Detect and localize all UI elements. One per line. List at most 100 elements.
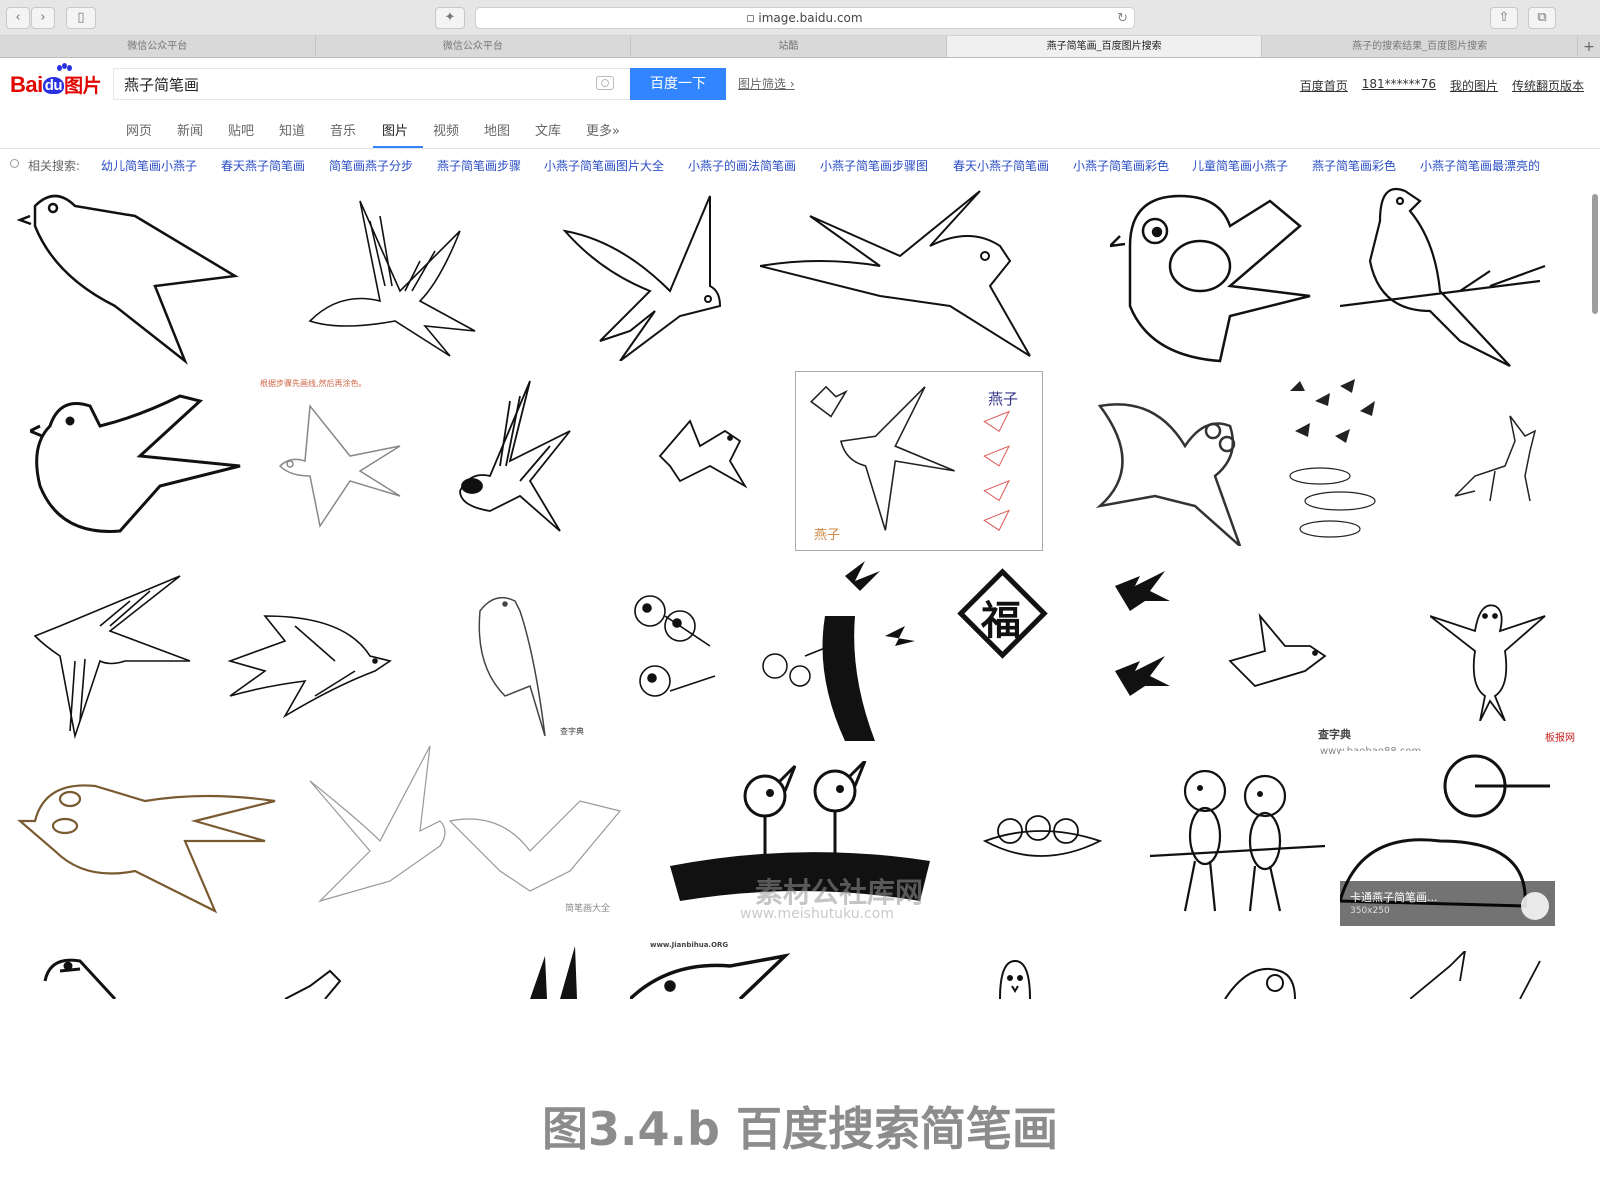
image-result[interactable]: 查字典 [465,586,585,741]
related-item[interactable]: 燕子简笔画步骤 [437,157,521,174]
user-account-link[interactable]: 181******76 [1362,77,1436,94]
forward-button[interactable]: › [31,7,55,29]
related-item[interactable]: 春天燕子简笔画 [221,157,305,174]
swallow-drawing [308,200,476,357]
share-button[interactable]: ⇧ [1490,7,1518,29]
nav-more[interactable]: 更多» [586,120,620,139]
image-result[interactable] [30,386,245,536]
swallow-drawing [630,953,790,999]
my-images-link[interactable]: 我的图片 [1450,77,1498,94]
swallow-drawing [459,380,571,532]
animal-sketches [1289,379,1376,538]
sidebar-button[interactable]: ▯ [66,7,96,29]
image-result[interactable] [1430,596,1550,721]
image-result[interactable] [1225,611,1335,691]
image-result[interactable]: 根据步骤先画线,然后再涂色。 [250,376,420,546]
image-result[interactable] [1280,371,1390,546]
search-input[interactable] [114,69,564,99]
baidu-home-link[interactable]: 百度首页 [1300,77,1348,94]
related-item[interactable]: 小燕子简笔画最漂亮的 [1420,157,1540,174]
page-scrollbar[interactable] [1592,184,1598,944]
image-result[interactable] [15,186,245,366]
nav-map[interactable]: 地图 [484,120,510,139]
image-result[interactable] [755,556,955,746]
nav-news[interactable]: 新闻 [177,120,203,139]
baidu-logo[interactable]: Bai du 图片 [10,71,102,98]
related-item[interactable]: 儿童简笔画小燕子 [1192,157,1288,174]
related-item[interactable]: 小燕子简笔画图片大全 [544,157,664,174]
image-result[interactable] [525,946,590,999]
image-result[interactable] [280,966,350,999]
image-result[interactable] [300,191,490,361]
image-result[interactable]: 燕子 燕子 [795,371,1043,551]
classic-version-link[interactable]: 传统翻页版本 [1512,77,1584,94]
image-result[interactable] [1110,566,1180,706]
search-icon [10,159,19,168]
swallow-brown-drawing [17,784,276,914]
nav-web[interactable]: 网页 [126,120,152,139]
tab-2[interactable]: 站酷 [631,36,947,57]
nav-images[interactable]: 图片 [382,120,408,139]
image-result[interactable] [630,586,725,721]
tab-3-active[interactable]: 燕子简笔画_百度图片搜索 [946,36,1263,57]
nav-zhidao[interactable]: 知道 [279,120,305,139]
related-item[interactable]: 燕子简笔画彩色 [1312,157,1396,174]
image-result[interactable] [995,956,1035,999]
image-result[interactable] [1450,406,1550,506]
nav-tieba[interactable]: 贴吧 [228,120,254,139]
search-button[interactable]: 百度一下 [630,68,726,100]
tab-0[interactable]: 微信公众平台 [0,36,316,57]
related-item[interactable]: 小燕子的画法简笔画 [688,157,796,174]
scrollbar-thumb[interactable] [1592,194,1598,314]
tabs-overview-button[interactable]: ⧉ [1528,7,1556,29]
nav-music[interactable]: 音乐 [330,120,356,139]
image-result[interactable] [1340,181,1555,371]
chazidian-text: 查字典 [560,727,584,736]
tab-4[interactable]: 燕子的搜索结果_百度图片搜索 [1262,36,1578,57]
image-result[interactable] [1410,951,1550,999]
reload-icon[interactable]: ↻ [1117,9,1128,29]
image-result[interactable] [30,571,195,741]
image-result[interactable] [1095,396,1245,546]
related-item[interactable]: 小燕子简笔画步骤图 [820,157,928,174]
bird-head-drawing [43,958,117,999]
address-bar[interactable]: image.baidu.com ↻ [475,7,1135,29]
image-result[interactable] [225,606,395,721]
swallow-silhouettes [1115,571,1170,696]
related-item[interactable]: 幼儿简笔画小燕子 [101,157,197,174]
swallow-drawing [284,969,342,999]
nav-video[interactable]: 视频 [433,120,459,139]
nav-wenku[interactable]: 文库 [535,120,561,139]
image-result[interactable]: www.Jianbihua.ORG [630,941,790,999]
image-result[interactable] [560,191,740,361]
camera-icon[interactable] [596,76,614,90]
tab-1[interactable]: 微信公众平台 [316,36,632,57]
image-result[interactable] [1150,756,1330,921]
image-result[interactable]: 卡通燕子简笔画... 350x250 [1340,751,1555,926]
image-filter-link[interactable]: 图片筛选 › [738,75,795,92]
image-result[interactable]: 素材公社库网 www.meishutuku.com [670,761,940,926]
image-result[interactable] [980,806,1105,866]
image-result[interactable] [760,186,1050,366]
image-filter-label: 图片筛选 [738,77,787,91]
two-swallows-sketch [309,745,622,903]
active-tab-underline [373,146,423,148]
related-item[interactable]: 小燕子简笔画彩色 [1073,157,1169,174]
image-result[interactable] [650,416,750,496]
swallow-drawing [1095,403,1242,546]
image-result[interactable] [1110,186,1330,366]
swallow-drawing [30,394,241,533]
image-result[interactable] [40,951,120,999]
image-result[interactable]: 福 [955,566,1050,661]
back-button[interactable]: ‹ [6,7,30,29]
logo-tupian: 图片 [64,76,102,97]
bird-head-drawing [999,959,1031,999]
new-tab-button[interactable]: + [1578,36,1600,57]
related-item[interactable]: 简笔画燕子分步 [329,157,413,174]
image-result[interactable]: 简笔画大全 [300,741,630,926]
related-item[interactable]: 春天小燕子简笔画 [953,157,1049,174]
swallow-drawing [658,419,748,489]
image-result[interactable] [1220,961,1300,999]
image-result[interactable] [450,371,580,546]
image-result[interactable] [15,771,295,916]
